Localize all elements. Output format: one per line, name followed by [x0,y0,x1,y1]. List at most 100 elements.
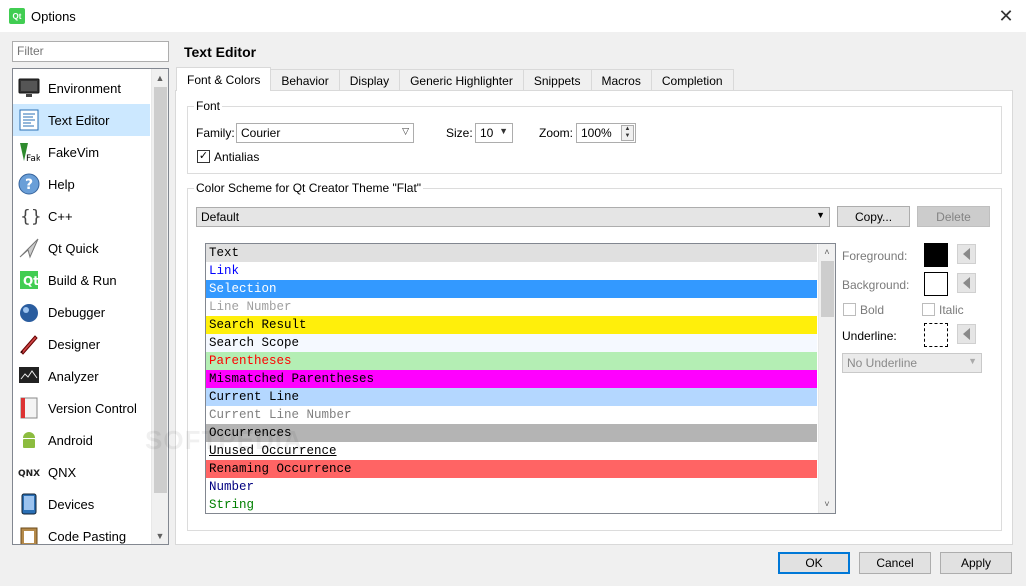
analyzer-icon [17,364,41,388]
list-item[interactable]: Renaming Occurrence [206,460,817,478]
family-value: Courier [241,126,281,140]
tab-completion[interactable]: Completion [651,69,734,91]
scheme-combo[interactable]: Default ▼ [196,207,830,227]
help-icon: ? [17,172,41,196]
sidebar-item-help[interactable]: ? Help [13,168,150,200]
braces-icon: {} [17,204,41,228]
sidebar-item-analyzer[interactable]: Analyzer [13,360,150,392]
sidebar-item-debugger[interactable]: Debugger [13,296,150,328]
sidebar-item-label: Version Control [48,400,137,416]
close-icon[interactable]: ✕ [994,4,1018,28]
underline-style-combo[interactable]: No Underline ▼ [842,353,982,373]
underline-erase-button[interactable] [957,324,976,344]
zoom-value: 100% [581,126,612,140]
bold-label: Bold [860,303,885,317]
tab-snippets[interactable]: Snippets [523,69,592,91]
list-item[interactable]: Selection [206,280,817,298]
underline-color-button[interactable] [924,323,948,347]
list-item[interactable]: Current Line Number [206,406,817,424]
sidebar-item-android[interactable]: Android [13,424,150,456]
code-pasting-icon [17,524,41,544]
foreground-color-button[interactable] [924,243,948,267]
sidebar-item-monitor[interactable]: Environment [13,72,150,104]
delete-button[interactable]: Delete [917,206,990,227]
sidebar-item-version-control[interactable]: Version Control [13,392,150,424]
size-combo[interactable]: 10 ▼ [475,123,513,143]
tab-display[interactable]: Display [339,69,401,91]
sidebar-item-text-editor[interactable]: Text Editor [13,104,150,136]
sidebar-item-build-run[interactable]: Qt Build & Run [13,264,150,296]
underline-style-value: No Underline [847,356,918,370]
tab-macros[interactable]: Macros [591,69,652,91]
tab-behavior[interactable]: Behavior [271,69,340,91]
chevron-down-icon: ▽ [402,126,409,136]
family-combo[interactable]: Courier ▽ [236,123,414,143]
category-scrollbar[interactable]: ▲ ▼ [151,69,168,544]
bold-checkbox[interactable] [843,303,856,316]
sidebar-item-qt-quick[interactable]: Qt Quick [13,232,150,264]
italic-checkbox[interactable] [922,303,935,316]
spin-down-icon[interactable]: ▼ [622,133,633,140]
scroll-up-icon[interactable]: ˄ [819,244,835,261]
sidebar-item-label: Qt Quick [48,240,99,256]
list-item[interactable]: Mismatched Parentheses [206,370,817,388]
scroll-thumb[interactable] [821,261,834,317]
qnx-icon: QNX [17,460,41,484]
filter-input[interactable] [17,44,164,58]
svg-text:{}: {} [20,207,40,227]
foreground-erase-button[interactable] [957,244,976,264]
filter-input-box[interactable] [12,41,169,62]
tab-panel: Font Family: Courier ▽ Size: 10 ▼ Zoom: … [175,90,1013,545]
scroll-thumb[interactable] [154,87,167,493]
apply-button[interactable]: Apply [940,552,1012,574]
list-item[interactable]: String [206,496,817,513]
list-item[interactable]: Current Line [206,388,817,406]
zoom-spinbox[interactable]: 100% ▲ ▼ [576,123,636,143]
build-run-icon: Qt [17,268,41,292]
sidebar-item-label: Devices [48,496,95,512]
spin-up-icon[interactable]: ▲ [622,126,633,133]
sidebar-item-braces[interactable]: {} C++ [13,200,150,232]
list-item[interactable]: Search Scope [206,334,817,352]
cancel-button[interactable]: Cancel [859,552,931,574]
title-bar: Qt Options ✕ [0,0,1026,32]
sidebar-item-label: Debugger [48,304,106,320]
list-item[interactable]: Line Number [206,298,817,316]
size-label: Size: [446,126,473,140]
copy-button[interactable]: Copy... [837,206,910,227]
svg-text:QNX: QNX [18,469,40,479]
list-item[interactable]: Number [206,478,817,496]
background-color-button[interactable] [924,272,948,296]
sidebar-item-devices[interactable]: Devices [13,488,150,520]
monitor-icon [17,76,41,100]
tab-bar: Font & Colors Behavior Display Generic High… [176,67,734,91]
list-item[interactable]: Text [206,244,817,262]
sidebar-item-code-pasting[interactable]: Code Pasting [13,520,150,544]
spin-buttons[interactable]: ▲ ▼ [621,125,634,141]
list-item[interactable]: Occurrences [206,424,817,442]
underline-label: Underline: [842,329,897,343]
left-arrow-icon [963,277,970,289]
scroll-up-icon[interactable]: ▲ [152,69,168,86]
tab-generic-highlighter[interactable]: Generic Highlighter [400,69,524,91]
list-item[interactable]: Parentheses [206,352,817,370]
antialias-checkbox[interactable]: ✓ [197,150,210,163]
foreground-label: Foreground: [842,249,908,263]
page-title: Text Editor [184,44,257,60]
ok-button[interactable]: OK [778,552,850,574]
sidebar-item-fakevim[interactable]: Fake FakeVim [13,136,150,168]
tab-font-colors[interactable]: Font & Colors [176,67,272,91]
category-items: Environment Text Editor Fake FakeVim? Help {}… [13,72,150,544]
list-item[interactable]: Unused Occurrence [206,442,817,460]
scroll-down-icon[interactable]: ▼ [152,527,168,544]
item-list-scrollbar[interactable]: ˄ ˅ [818,244,835,513]
sidebar-item-qnx[interactable]: QNX QNX [13,456,150,488]
scroll-down-icon[interactable]: ˅ [819,496,835,513]
designer-icon [17,332,41,356]
background-erase-button[interactable] [957,273,976,293]
list-item[interactable]: Search Result [206,316,817,334]
sidebar-item-designer[interactable]: Designer [13,328,150,360]
list-item[interactable]: Link [206,262,817,280]
version-control-icon [17,396,41,420]
antialias-label: Antialias [214,150,260,164]
